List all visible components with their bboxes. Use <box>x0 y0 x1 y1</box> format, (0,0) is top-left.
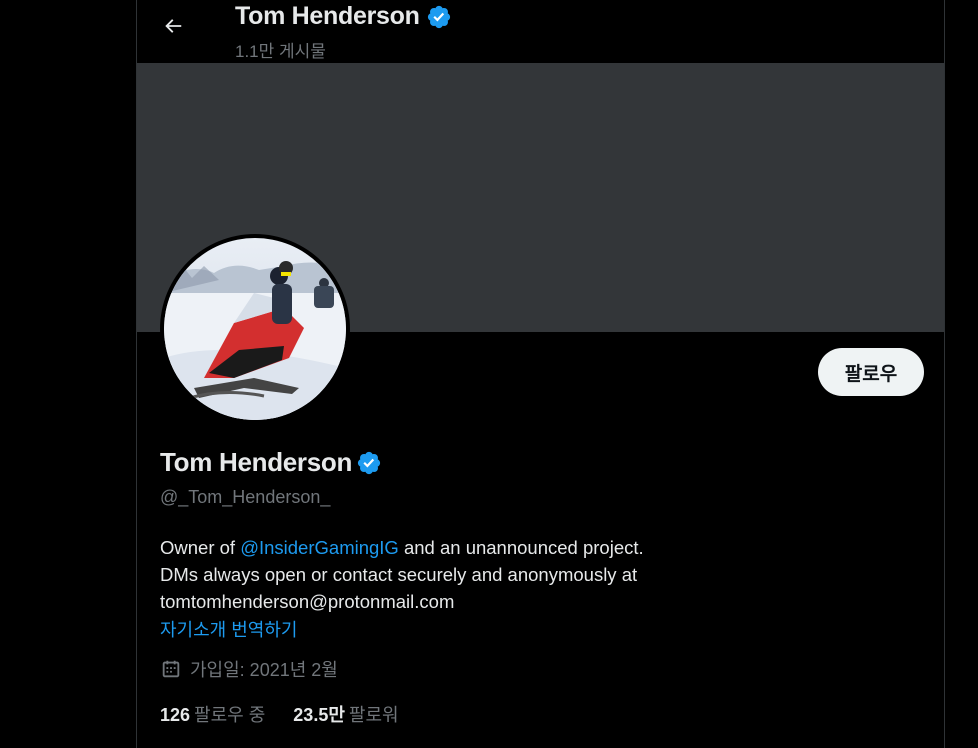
header-name: Tom Henderson <box>235 2 420 30</box>
follow-button[interactable]: 팔로우 <box>818 348 924 396</box>
join-date: 가입일: 2021년 2월 <box>160 656 338 682</box>
bio-text: and an unannounced project. <box>398 537 644 558</box>
avatar-photo <box>164 238 346 420</box>
followers-link[interactable]: 23.5만 팔로워 <box>293 701 398 727</box>
join-date-text: 가입일: 2021년 2월 <box>190 660 338 680</box>
post-count: 1.1만 게시물 <box>235 42 326 61</box>
profile-column: Tom Henderson 1.1만 게시물 팔로우 Tom Henderson… <box>136 0 945 748</box>
bio-text: DMs always open or contact securely and … <box>160 564 638 585</box>
arrow-left-icon <box>162 15 184 37</box>
following-label: 팔로우 중 <box>194 705 266 725</box>
bio-text: Owner of <box>160 537 241 558</box>
header-title: Tom Henderson <box>235 2 452 31</box>
verified-badge-icon <box>426 4 452 30</box>
profile-bio: Owner of @InsiderGamingIG and an unannou… <box>160 534 780 615</box>
calendar-icon <box>160 658 182 680</box>
profile-handle: @_Tom_Henderson_ <box>160 487 331 507</box>
followers-label: 팔로워 <box>348 705 399 725</box>
bio-email: tomtomhenderson@protonmail.com <box>160 591 455 612</box>
following-count: 126 <box>160 705 191 725</box>
followers-count: 23.5만 <box>293 705 345 725</box>
bio-mention-link[interactable]: @InsiderGamingIG <box>240 537 399 558</box>
avatar[interactable] <box>160 234 350 424</box>
follow-stats: 126 팔로우 중 23.5만 팔로워 <box>160 701 399 727</box>
back-button[interactable] <box>155 8 191 44</box>
profile-display-name: Tom Henderson <box>160 447 353 477</box>
profile-name: Tom Henderson <box>160 447 382 478</box>
profile-header-bar: Tom Henderson 1.1만 게시물 <box>137 0 944 63</box>
following-link[interactable]: 126 팔로우 중 <box>160 701 265 727</box>
verified-badge-icon[interactable] <box>356 450 382 476</box>
translate-bio-link[interactable]: 자기소개 번역하기 <box>160 616 297 642</box>
